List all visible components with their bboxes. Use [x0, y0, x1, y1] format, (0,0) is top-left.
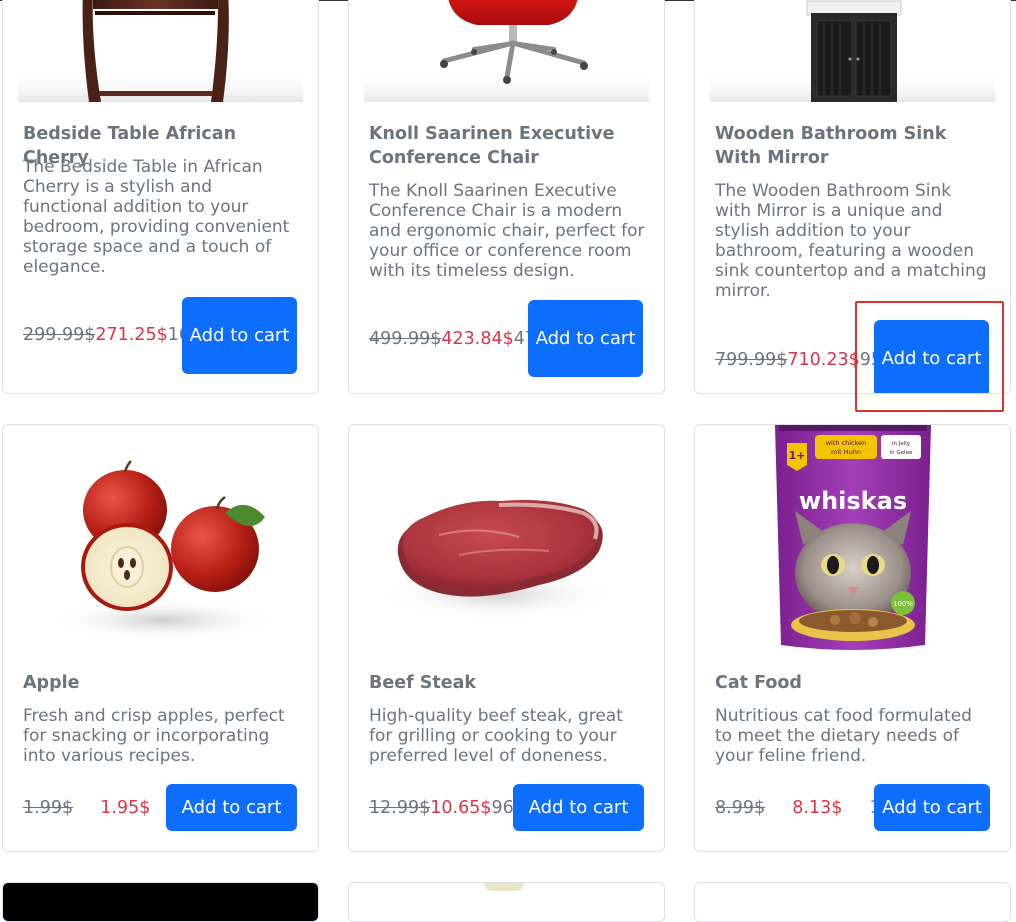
original-price: 12.99$: [369, 798, 431, 818]
discounted-price: 271.25$: [95, 325, 168, 345]
product-card-next-row-1: [2, 882, 319, 922]
price-row: 8.99$ 8.13$ 13: [715, 796, 892, 820]
brand-logo: whiskas: [799, 487, 907, 515]
add-to-cart-button[interactable]: Add to cart: [874, 784, 990, 831]
discounted-price: 8.13$: [792, 798, 843, 818]
original-price: 299.99$: [23, 325, 96, 345]
product-title: Beef Steak: [369, 673, 477, 693]
flavor-line-2: mit Huhn: [831, 448, 861, 456]
product-card-next-row-2: [348, 882, 665, 922]
discounted-price: 1.95$: [100, 798, 151, 818]
price-row: 499.99$423.84$47: [369, 327, 536, 351]
product-description: Nutritious cat food formulated to meet t…: [715, 706, 972, 766]
discounted-price: 710.23$: [787, 350, 860, 370]
product-image-bedside-table: [3, 0, 318, 102]
flavor-line-1: with chicken: [826, 439, 867, 447]
jelly-line-1: in Jelly: [892, 441, 911, 447]
product-image-bathroom-sink: [695, 0, 1010, 102]
product-title: Apple: [23, 673, 80, 693]
original-price: 8.99$: [715, 798, 766, 818]
highlight-box: [855, 301, 1004, 412]
product-image-office-chair: [349, 0, 664, 102]
add-to-cart-button[interactable]: Add to cart: [166, 784, 297, 831]
price-row: 299.99$271.25$16: [23, 323, 190, 347]
product-title: Knoll Saarinen Executive Conference Chai…: [369, 124, 615, 168]
product-description: The Bedside Table in African Cherry is a…: [23, 157, 290, 277]
product-card-conference-chair: Knoll Saarinen Executive Conference Chai…: [348, 0, 665, 394]
price-row: 1.99$ 1.95$ 9: [23, 796, 189, 820]
product-image-cat-food: 1+ with chicken mit Huhn in Jelly in Gel…: [695, 425, 1010, 660]
product-title: Wooden Bathroom Sink With Mirror: [715, 124, 947, 168]
add-to-cart-button[interactable]: Add to cart: [182, 297, 297, 374]
product-description: High-quality beef steak, great for grill…: [369, 706, 623, 766]
discounted-price: 10.65$: [430, 798, 492, 818]
original-price: 799.99$: [715, 350, 788, 370]
add-to-cart-button[interactable]: Add to cart: [528, 300, 643, 377]
product-image-beef-steak: [349, 425, 664, 660]
original-price: 1.99$: [23, 798, 74, 818]
percent-badge: 100%: [893, 600, 913, 608]
add-to-cart-button[interactable]: Add to cart: [513, 784, 644, 831]
jelly-line-2: in Gelee: [890, 450, 913, 456]
price-row: 12.99$10.65$96: [369, 796, 514, 820]
age-badge: 1+: [789, 449, 806, 462]
product-image-apples: [3, 425, 318, 660]
product-card-bedside-table: Bedside Table African Cherry The Bedside…: [2, 0, 319, 394]
product-card-next-row-3: [694, 882, 1011, 922]
product-card-cat-food: 1+ with chicken mit Huhn in Jelly in Gel…: [694, 424, 1011, 852]
discounted-price: 423.84$: [441, 329, 514, 349]
product-description: The Wooden Bathroom Sink with Mirror is …: [715, 181, 987, 301]
product-title: Cat Food: [715, 673, 802, 693]
product-card-beef-steak: Beef Steak High-quality beef steak, grea…: [348, 424, 665, 852]
product-card-apple: Apple Fresh and crisp apples, perfect fo…: [2, 424, 319, 852]
product-description: Fresh and crisp apples, perfect for snac…: [23, 706, 285, 766]
stock-count: 96: [491, 798, 514, 818]
product-description: The Knoll Saarinen Executive Conference …: [369, 181, 645, 281]
original-price: 499.99$: [369, 329, 442, 349]
